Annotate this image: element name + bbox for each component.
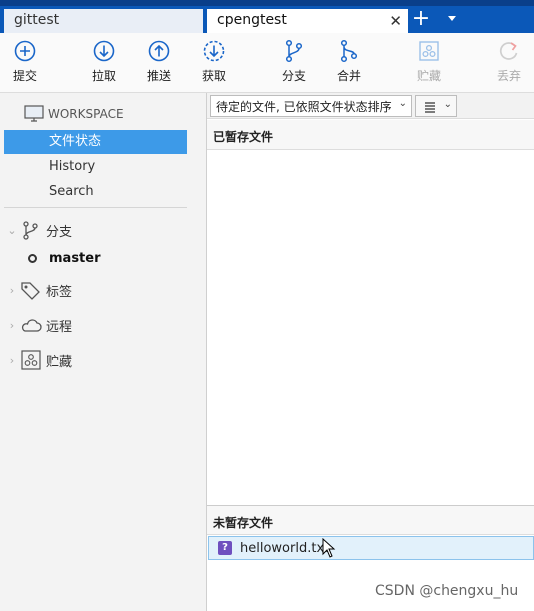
branch-button[interactable]: 分支	[269, 39, 319, 84]
staged-files-title: 已暂存文件	[213, 130, 274, 144]
unstaged-files-title: 未暂存文件	[213, 516, 274, 530]
discard-button[interactable]: 丢弃	[484, 39, 534, 84]
sidebar-group-label: 分支	[46, 224, 73, 240]
chevron-down-icon: ⌄	[443, 99, 452, 110]
file-filter-dropdown[interactable]: 待定的文件, 已依照文件状态排序 ⌄	[210, 95, 412, 117]
sidebar-item-label: History	[49, 159, 96, 174]
watermark: CSDN @chengxu_hu	[375, 583, 519, 599]
sidebar-group-label: 贮藏	[46, 354, 73, 370]
sidebar-item-search[interactable]: Search	[4, 180, 187, 204]
workspace-label: WORKSPACE	[48, 107, 124, 121]
sidebar-group-branches[interactable]: ⌄ 分支	[4, 218, 194, 242]
stash-icon	[419, 41, 439, 61]
sidebar-item-file-status[interactable]: 文件状态	[4, 130, 187, 154]
main-panel: 待定的文件, 已依照文件状态排序 ⌄ ⌄ 已暂存文件 未暂存文件 ? hello…	[207, 93, 534, 611]
discard-label: 丢弃	[496, 69, 521, 83]
staged-files-header: 已暂存文件	[207, 120, 534, 150]
file-name: helloworld.txt	[240, 540, 330, 556]
sidebar-group-label: 远程	[46, 319, 73, 335]
sidebar-group-stashes[interactable]: › 贮藏	[4, 348, 194, 372]
pull-button[interactable]: 拉取	[79, 39, 129, 84]
push-button[interactable]: 推送	[134, 39, 184, 84]
chevron-right-icon[interactable]: ›	[4, 319, 20, 332]
add-tab-icon[interactable]: +	[411, 7, 431, 31]
tab-label: cpengtest	[217, 12, 287, 28]
fetch-button[interactable]: 获取	[189, 39, 239, 84]
sidebar: WORKSPACE 文件状态 History Search ⌄ 分支 maste…	[0, 93, 207, 611]
fetch-icon	[203, 40, 225, 62]
sidebar-group-label: 标签	[46, 284, 73, 300]
toolbar: 提交 拉取 推送 获取 分支 合并 贮藏 丢弃	[0, 33, 534, 93]
merge-icon	[340, 39, 358, 63]
merge-label: 合并	[336, 69, 361, 83]
current-branch-icon	[28, 253, 37, 263]
chevron-right-icon[interactable]: ›	[4, 284, 20, 297]
sidebar-group-tags[interactable]: › 标签	[4, 278, 194, 302]
discard-icon	[499, 42, 518, 60]
close-icon[interactable]: ✕	[389, 12, 402, 30]
filter-bar: 待定的文件, 已依照文件状态排序 ⌄ ⌄	[207, 93, 534, 119]
chevron-right-icon[interactable]: ›	[4, 354, 20, 367]
file-filter-value: 待定的文件, 已依照文件状态排序	[216, 100, 392, 114]
chevron-down-icon: ⌄	[398, 98, 407, 109]
commit-button[interactable]: 提交	[0, 39, 50, 84]
chevron-down-icon[interactable]: ⌄	[4, 224, 20, 237]
commit-label: 提交	[12, 69, 37, 83]
stash-button[interactable]: 贮藏	[404, 39, 454, 84]
merge-button[interactable]: 合并	[324, 39, 374, 84]
plus-circle-icon	[14, 40, 36, 62]
workspace-header: WORKSPACE	[24, 103, 124, 125]
fetch-label: 获取	[201, 69, 226, 83]
sidebar-item-history[interactable]: History	[4, 155, 187, 179]
stash-label: 贮藏	[416, 69, 441, 83]
mouse-cursor-icon	[322, 538, 336, 558]
branch-label: master	[49, 250, 101, 266]
list-icon	[425, 102, 435, 113]
view-mode-dropdown[interactable]: ⌄	[415, 95, 457, 117]
branch-icon	[285, 39, 303, 63]
sidebar-item-label: Search	[49, 184, 94, 199]
file-row[interactable]: ? helloworld.txt	[208, 536, 534, 560]
untracked-status-icon: ?	[218, 541, 232, 555]
chevron-down-icon[interactable]	[445, 12, 459, 24]
arrow-down-circle-icon	[93, 40, 115, 62]
sidebar-group-remotes[interactable]: › 远程	[4, 313, 194, 337]
sidebar-divider	[4, 207, 187, 208]
cloud-icon	[21, 319, 42, 332]
tab-cpengtest[interactable]: cpengtest ✕	[207, 9, 408, 33]
tag-icon	[21, 282, 40, 300]
unstaged-files-header: 未暂存文件	[207, 505, 534, 535]
stash-icon	[21, 350, 41, 370]
sidebar-item-label: 文件状态	[49, 134, 102, 149]
title-strip	[0, 0, 534, 6]
pull-label: 拉取	[91, 69, 116, 83]
push-label: 推送	[146, 69, 171, 83]
branch-icon	[23, 221, 38, 240]
tab-gittest[interactable]: gittest	[4, 9, 203, 33]
branch-item-master[interactable]: master	[28, 246, 101, 270]
arrow-up-circle-icon	[148, 40, 170, 62]
branch-label: 分支	[281, 69, 306, 83]
monitor-icon	[24, 105, 44, 122]
tab-bar: gittest cpengtest ✕ +	[0, 0, 534, 33]
tab-label: gittest	[14, 12, 60, 28]
